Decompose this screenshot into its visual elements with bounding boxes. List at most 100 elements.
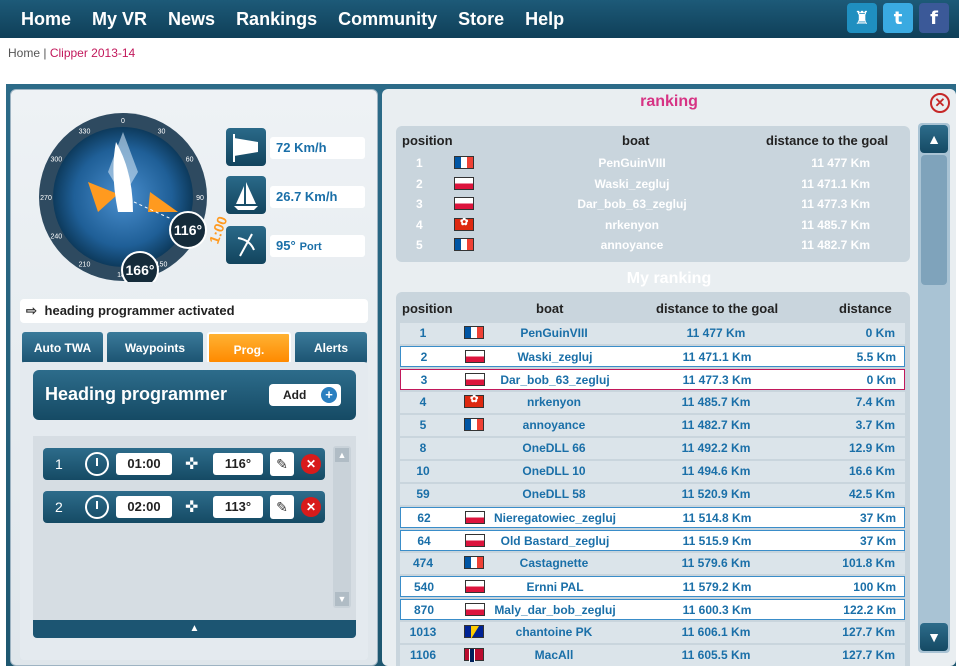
breadcrumb-current[interactable]: Clipper 2013-14	[50, 46, 135, 60]
my-ranking-row[interactable]: 3 Dar_bob_63_zegluj 11 477.3 Km 0 Km	[400, 369, 905, 390]
flag-fr-icon	[464, 326, 484, 339]
ranking-row[interactable]: 3 Dar_bob_63_zegluj 11 477.3 Km	[396, 197, 910, 217]
heading-field[interactable]: 116°	[213, 453, 263, 475]
time-field[interactable]: 02:00	[116, 496, 172, 518]
ranking-boat: nrkenyon	[604, 217, 659, 232]
nav-store[interactable]: Store	[458, 9, 504, 30]
nav-help[interactable]: Help	[525, 9, 564, 30]
nav-rankings[interactable]: Rankings	[236, 9, 317, 30]
my-ranking-position: 10	[416, 464, 430, 478]
clock-icon	[85, 495, 109, 519]
programmer-scrollbar[interactable]: ▲ ▼	[333, 446, 351, 608]
my-ranking-boat: Nieregatowiec_zegluj	[493, 511, 617, 525]
my-ranking-row[interactable]: 870 Maly_dar_bob_zegluj 11 600.3 Km 122.2 K…	[400, 599, 905, 620]
time-field[interactable]: 01:00	[116, 453, 172, 475]
compass-dial[interactable]: 0306090120150180210240270300330 116° 166…	[38, 112, 208, 282]
my-ranking-row[interactable]: 5 annoyance 11 482.7 Km 3.7 Km	[400, 415, 905, 436]
tab-waypoints[interactable]: Waypoints	[107, 332, 203, 364]
nav-news[interactable]: News	[168, 9, 215, 30]
scroll-down-icon[interactable]: ▼	[920, 623, 948, 651]
nav-my-vr[interactable]: My VR	[92, 9, 147, 30]
my-ranking-row[interactable]: 62 Nieregatowiec_zegluj 11 514.8 Km 37 Km	[400, 507, 905, 528]
scroll-thumb[interactable]	[921, 155, 947, 285]
status-message: heading programmer activated	[44, 303, 235, 318]
close-icon[interactable]: ✕	[930, 93, 950, 113]
twa-icon	[226, 226, 266, 264]
ranking-position: 3	[416, 197, 423, 211]
scroll-up-icon[interactable]: ▲	[920, 125, 948, 153]
compass-tick-label: 90	[196, 195, 204, 202]
tab-bar: Auto TWA Waypoints Prog. Alerts	[22, 332, 367, 364]
flag-pl-icon	[465, 534, 485, 547]
my-ranking-row[interactable]: 10 OneDLL 10 11 494.6 Km 16.6 Km	[400, 461, 905, 482]
my-ranking-distance: 11 520.9 Km	[681, 487, 751, 501]
compass-tick-label: 0	[121, 118, 125, 125]
flag-pl-icon	[454, 197, 474, 210]
compass-icon: ✜	[185, 456, 199, 473]
my-ranking-position: 64	[417, 534, 431, 548]
twitter-icon[interactable]: t	[883, 3, 913, 33]
ranking-scrollbar[interactable]: ▲ ▼	[918, 123, 950, 653]
my-ranking-row[interactable]: 1013 chantoine PK 11 606.1 Km 127.7 Km	[400, 622, 905, 643]
my-ranking-row[interactable]: 8 OneDLL 66 11 492.2 Km 12.9 Km	[400, 438, 905, 459]
my-ranking-row[interactable]: 64 Old Bastard_zegluj 11 515.9 Km 37 Km	[400, 530, 905, 551]
col-position: position	[402, 133, 453, 148]
page: Home My VR News Rankings Community Store…	[0, 0, 959, 666]
delete-icon[interactable]: ✕	[301, 497, 321, 517]
my-ranking-distance: 11 477 Km	[686, 326, 746, 340]
my-ranking-row[interactable]: 4 nrkenyon 11 485.7 Km 7.4 Km	[400, 392, 905, 413]
tab-auto-twa[interactable]: Auto TWA	[22, 332, 103, 364]
twa-side: Port	[299, 241, 322, 253]
flag-fr-icon	[454, 238, 474, 251]
facebook-icon[interactable]: f	[919, 3, 949, 33]
my-ranking-position: 474	[412, 556, 434, 570]
compass-tick-label: 270	[40, 195, 52, 202]
wind-speed-value: 72 Km/h	[270, 137, 365, 159]
my-ranking-boat: Dar_bob_63_zegluj	[500, 373, 610, 387]
edit-icon[interactable]: ✎	[270, 495, 294, 519]
trophy-icon[interactable]: ♜	[847, 3, 877, 33]
my-ranking-distance: 11 482.7 Km	[681, 418, 751, 432]
scroll-down-icon[interactable]: ▼	[335, 592, 349, 606]
compass-tick-label: 210	[79, 262, 91, 269]
delete-icon[interactable]: ✕	[301, 454, 321, 474]
my-ranking-boat: OneDLL 58	[522, 487, 586, 501]
my-ranking-boat: Old Bastard_zegluj	[500, 534, 610, 548]
compass-tick-label: 240	[50, 234, 62, 241]
tab-prog[interactable]: Prog.	[207, 332, 291, 364]
ranking-row[interactable]: 1 PenGuinVIII 11 477 Km	[396, 156, 910, 176]
col-boat: boat	[622, 133, 650, 148]
add-button[interactable]: Add +	[269, 384, 341, 406]
nav-community[interactable]: Community	[338, 9, 437, 30]
nav-home[interactable]: Home	[21, 9, 71, 30]
heading-field[interactable]: 113°	[213, 496, 263, 518]
my-ranking-position: 59	[416, 487, 430, 501]
collapse-up-icon[interactable]: ▲	[33, 620, 356, 638]
tab-alerts[interactable]: Alerts	[295, 332, 367, 364]
flag-pl-icon	[465, 350, 485, 363]
flag-hk-icon	[454, 217, 474, 231]
ranking-boat: annoyance	[600, 238, 664, 252]
compass-icon: ✜	[185, 499, 199, 516]
boat-speed-icon	[226, 176, 266, 214]
my-ranking-row[interactable]: 2 Waski_zegluj 11 471.1 Km 5.5 Km	[400, 346, 905, 367]
ranking-row[interactable]: 5 annoyance 11 482.7 Km	[396, 238, 910, 258]
my-ranking-row[interactable]: 474 Castagnette 11 579.6 Km 101.8 Km	[400, 553, 905, 574]
my-ranking-row[interactable]: 59 OneDLL 58 11 520.9 Km 42.5 Km	[400, 484, 905, 505]
breadcrumb-home[interactable]: Home	[8, 46, 40, 60]
my-col-distance: distance to the goal	[656, 301, 779, 316]
my-ranking-row[interactable]: 540 Ernni PAL 11 579.2 Km 100 Km	[400, 576, 905, 597]
edit-icon[interactable]: ✎	[270, 452, 294, 476]
compass-tick-label: 300	[50, 157, 62, 164]
my-ranking-boat: OneDLL 66	[522, 441, 586, 455]
my-ranking-row[interactable]: 1 PenGuinVIII 11 477 Km 0 Km	[400, 323, 905, 344]
my-ranking-row[interactable]: 1106 MacAll 11 605.5 Km 127.7 Km	[400, 645, 905, 666]
ranking-row[interactable]: 2 Waski_zegluj 11 471.1 Km	[396, 176, 910, 197]
twa-value: 95° Port	[270, 235, 365, 257]
ranking-row[interactable]: 4 nrkenyon 11 485.7 Km	[396, 217, 910, 238]
my-ranking-gap: 3.7 Km	[855, 418, 895, 432]
flag-ba-icon	[464, 625, 484, 639]
scroll-up-icon[interactable]: ▲	[335, 448, 349, 462]
my-ranking-position: 1013	[409, 625, 437, 639]
ranking-distance: 11 477.3 Km	[801, 197, 870, 211]
